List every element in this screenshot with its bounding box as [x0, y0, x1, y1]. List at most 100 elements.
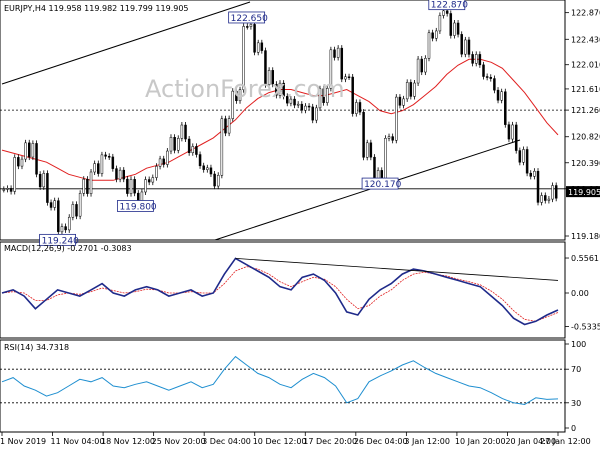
candle-body — [75, 204, 78, 217]
candle-body — [533, 170, 536, 177]
candle-body — [471, 54, 474, 64]
price-label-text: 120.170 — [364, 180, 401, 190]
candle-body — [333, 49, 336, 58]
time-axis-label: 17 Dec 20:00 — [303, 437, 357, 446]
candle-body — [362, 111, 365, 158]
candle-body — [122, 169, 125, 180]
time-axis-label: 26 Dec 04:00 — [354, 437, 408, 446]
candle-body — [89, 171, 93, 194]
candle-body — [416, 58, 420, 84]
candle-body — [104, 154, 107, 157]
price-pane — [0, 0, 566, 241]
candle-body — [216, 175, 220, 187]
candle-body — [46, 173, 49, 203]
candle-body — [256, 42, 260, 53]
candle-body — [224, 118, 227, 134]
candle-body — [2, 189, 6, 191]
candle-body — [453, 22, 456, 36]
candle-body — [64, 226, 67, 231]
chart-window: 122.650 122.870 120.170 119.240 119.800 122.… — [0, 0, 600, 450]
macd-axis-label: -0.5335 — [571, 323, 600, 332]
chart-canvas: 122.650122.870120.170119.240119.800 122.… — [0, 0, 600, 446]
candle-body — [514, 124, 518, 151]
candle-body — [518, 150, 522, 163]
candle-body — [300, 103, 304, 111]
candle-body — [249, 24, 253, 27]
rsi-pane — [0, 339, 566, 433]
candle-body — [162, 158, 165, 165]
candle-body — [496, 89, 500, 101]
candle-body — [97, 163, 100, 174]
price-axis-label: 119.180 — [571, 232, 600, 241]
candle-body — [489, 77, 493, 79]
candle-body — [115, 168, 118, 180]
candle-body — [57, 200, 60, 233]
candle-body — [474, 54, 478, 64]
candle-body — [169, 137, 173, 152]
candle-body — [246, 26, 249, 28]
candle-body — [529, 172, 532, 177]
rsi-title: RSI(14) 34.7318 — [4, 343, 69, 352]
candle-body — [547, 198, 551, 201]
candle-body — [202, 165, 205, 170]
candle-body — [31, 143, 35, 158]
candle-body — [126, 178, 129, 194]
rsi-axis-label: 100 — [571, 340, 586, 349]
candle-body — [180, 124, 184, 139]
candle-body — [485, 76, 489, 78]
macd-title: MACD(12,26,9) -0.2701 -0.3083 — [4, 244, 132, 253]
candle-body — [158, 158, 162, 167]
candle-body — [413, 82, 416, 97]
candle-body — [28, 142, 31, 158]
candle-body — [38, 173, 42, 188]
candle-body — [347, 76, 351, 79]
candle-body — [93, 163, 96, 173]
candle-body — [53, 200, 56, 208]
candle-body — [544, 195, 547, 201]
watermark: ActionForex.com — [145, 75, 345, 103]
candle-body — [365, 142, 369, 158]
candle-body — [460, 34, 463, 55]
candle-body — [260, 42, 264, 51]
candle-body — [155, 166, 158, 178]
candle-body — [71, 204, 75, 218]
candle-body — [147, 179, 151, 183]
candle-body — [398, 96, 402, 106]
candle-body — [384, 138, 387, 183]
candle-body — [493, 78, 496, 91]
candle-body — [100, 154, 104, 174]
candle-body — [307, 105, 311, 108]
candle-body — [358, 102, 362, 113]
candle-body — [198, 154, 202, 167]
candle-body — [405, 82, 409, 100]
candle-body — [391, 136, 394, 141]
candle-body — [118, 169, 122, 180]
candle-body — [442, 10, 445, 16]
candle-body — [6, 188, 9, 190]
candle-body — [522, 149, 525, 163]
candle-body — [336, 47, 340, 58]
price-title: EURJPY,H4 119.958 119.982 119.799 119.90… — [4, 4, 189, 13]
candle-body — [220, 118, 224, 176]
candle-body — [24, 142, 27, 160]
candle-body — [60, 226, 64, 233]
candle-body — [187, 138, 191, 154]
price-label-text: 122.870 — [431, 1, 468, 11]
candle-body — [500, 91, 503, 101]
candle-body — [111, 156, 115, 169]
candle-body — [17, 157, 20, 167]
price-label-text: 122.650 — [231, 14, 268, 24]
price-axis-label: 122.870 — [571, 9, 600, 18]
current-price-label: 119.905 — [568, 188, 600, 197]
candle-body — [536, 170, 540, 203]
candle-body — [507, 124, 511, 140]
candle-body — [431, 32, 434, 39]
candle-body — [82, 178, 86, 194]
candle-body — [409, 82, 413, 97]
candle-body — [551, 185, 554, 200]
candle-body — [133, 179, 136, 194]
candle-body — [395, 96, 398, 141]
time-axis-label: 10 Dec 12:00 — [253, 437, 307, 446]
time-axis-label: 25 Nov 20:00 — [152, 437, 206, 446]
price-axis-label: 122.430 — [571, 35, 600, 44]
